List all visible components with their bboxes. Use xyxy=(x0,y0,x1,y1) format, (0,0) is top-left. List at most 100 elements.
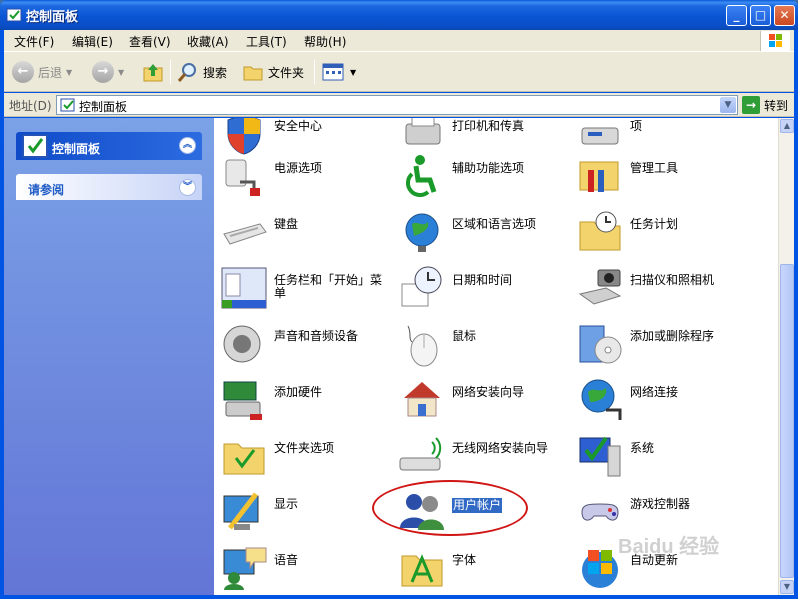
item-folder-options[interactable]: 文件夹选项 xyxy=(218,428,394,480)
search-button[interactable]: 搜索 xyxy=(177,60,227,84)
item-label: 语音 xyxy=(274,553,299,567)
item-speech[interactable]: 语音 xyxy=(218,540,394,592)
mouse-icon xyxy=(407,325,438,367)
control-panel-section-header[interactable]: 控制面板 ︽ xyxy=(16,132,202,160)
network-connections-icon xyxy=(581,379,622,420)
window-title: 控制面板 xyxy=(26,10,79,25)
go-arrow-icon: → xyxy=(742,96,760,114)
item-label: 打印机和传真 xyxy=(452,119,525,133)
address-dropdown-button[interactable]: ▼ xyxy=(720,97,736,113)
scanner-camera-icon xyxy=(578,269,622,305)
back-button[interactable]: ← 后退 ▼ xyxy=(12,60,72,84)
item-fonts[interactable]: 字体 xyxy=(396,540,572,592)
menu-file[interactable]: 文件(F) xyxy=(14,33,54,50)
control-panel-window: 控制面板 _ □ ✕ 文件(F) 编辑(E) 查看(V) 收藏(A) 工具(T)… xyxy=(0,0,798,599)
item-admin-tools[interactable]: 管理工具 xyxy=(574,148,750,200)
back-arrow-icon: ← xyxy=(12,61,34,83)
item-wireless-setup[interactable]: 无线网络安装向导 xyxy=(396,428,572,480)
scroll-up-arrow-icon[interactable]: ▲ xyxy=(780,119,794,133)
speaker-icon xyxy=(223,325,261,363)
item-label: 字体 xyxy=(452,553,477,567)
item-label: 系统 xyxy=(630,441,655,455)
item-label: 日期和时间 xyxy=(452,273,513,287)
forward-arrow-icon: → xyxy=(92,61,114,83)
menu-help[interactable]: 帮助(H) xyxy=(304,33,346,50)
item-label: 网络安装向导 xyxy=(452,385,525,399)
item-label: 任务栏和「开始」菜单 xyxy=(274,273,383,300)
see-also-section-header[interactable]: 请参阅 ︾ xyxy=(16,174,202,200)
folders-button[interactable]: 文件夹 xyxy=(242,60,304,84)
clock-calendar-icon xyxy=(401,266,442,307)
item-keyboard[interactable]: 键盘 xyxy=(218,204,394,256)
item-network-setup[interactable]: 网络安装向导 xyxy=(396,372,572,424)
item-add-hardware[interactable]: 添加硬件 xyxy=(218,372,394,424)
windows-logo-icon xyxy=(760,31,790,51)
scroll-down-arrow-icon[interactable]: ▼ xyxy=(780,580,794,594)
item-label: 网络连接 xyxy=(630,385,679,399)
item-scheduled-tasks[interactable]: 任务计划 xyxy=(574,204,750,256)
toolbar-separator xyxy=(170,60,171,84)
item-accessibility[interactable]: 辅助功能选项 xyxy=(396,148,572,200)
admin-tools-icon xyxy=(579,161,619,192)
item-scanners-cameras[interactable]: 扫描仪和照相机 xyxy=(574,260,750,312)
item-add-remove-programs[interactable]: 添加或删除程序 xyxy=(574,316,750,368)
views-button[interactable]: ▼ xyxy=(322,60,356,84)
expand-chevron-icon[interactable]: ︾ xyxy=(179,179,196,196)
item-power-options[interactable]: 电源选项 xyxy=(218,148,394,200)
menu-tools[interactable]: 工具(T) xyxy=(246,33,287,50)
item-system[interactable]: 系统 xyxy=(574,428,750,480)
toolbar: ← 后退 ▼ → ▼ 搜索 文件夹 ▼ xyxy=(4,52,794,92)
control-panel-items: 安全中心 打印机和传真 项 电源选项 辅助功能选项 管理工具 键盘 区域和语言选… xyxy=(214,118,778,595)
dropdown-arrow-icon: ▼ xyxy=(118,67,125,77)
item-region-language[interactable]: 区域和语言选项 xyxy=(396,204,572,256)
display-icon xyxy=(223,492,259,530)
folders-icon xyxy=(243,66,263,81)
toolbar-separator xyxy=(314,60,315,84)
collapse-chevron-icon[interactable]: ︽ xyxy=(179,137,196,154)
minimize-button[interactable]: _ xyxy=(726,5,747,26)
accessibility-icon xyxy=(405,155,437,198)
control-panel-icon xyxy=(6,8,22,22)
speech-icon xyxy=(223,547,267,590)
control-panel-icon xyxy=(60,98,75,112)
item-mouse[interactable]: 鼠标 xyxy=(396,316,572,368)
item-taskbar-start-menu[interactable]: 任务栏和「开始」菜单 xyxy=(218,260,394,312)
item-label: 扫描仪和照相机 xyxy=(630,273,715,287)
menu-bar: 文件(F) 编辑(E) 查看(V) 收藏(A) 工具(T) 帮助(H) xyxy=(4,30,794,52)
item-label: 电源选项 xyxy=(274,161,323,175)
item-label: 添加硬件 xyxy=(274,385,323,399)
power-options-icon xyxy=(225,159,260,196)
up-folder-button[interactable] xyxy=(142,60,164,84)
item-sounds-audio[interactable]: 声音和音频设备 xyxy=(218,316,394,368)
close-button[interactable]: ✕ xyxy=(774,5,795,26)
menu-view[interactable]: 查看(V) xyxy=(129,33,171,50)
item-network-connections[interactable]: 网络连接 xyxy=(574,372,750,424)
forward-button[interactable]: → ▼ xyxy=(92,60,124,84)
section-title: 请参阅 xyxy=(28,183,65,197)
dropdown-arrow-icon: ▼ xyxy=(66,67,73,77)
scroll-thumb[interactable] xyxy=(780,264,794,578)
automatic-updates-icon xyxy=(582,550,618,588)
menu-edit[interactable]: 编辑(E) xyxy=(72,33,113,50)
address-input[interactable]: 控制面板 ▼ xyxy=(56,95,738,115)
title-bar[interactable]: 控制面板 _ □ ✕ xyxy=(0,0,798,30)
item-date-time[interactable]: 日期和时间 xyxy=(396,260,572,312)
item-label: 键盘 xyxy=(274,217,299,231)
game-controller-icon xyxy=(581,503,619,521)
go-button[interactable]: → 转到 xyxy=(742,95,788,115)
vertical-scrollbar[interactable]: ▲ ▼ xyxy=(778,118,794,595)
control-panel-icon xyxy=(22,134,48,158)
maximize-button[interactable]: □ xyxy=(750,5,771,26)
item-label: 文件夹选项 xyxy=(274,441,335,455)
back-label: 后退 xyxy=(38,65,63,80)
menu-favorites[interactable]: 收藏(A) xyxy=(187,33,229,50)
add-hardware-icon xyxy=(223,381,262,420)
item-label: 项 xyxy=(630,119,643,133)
item-label: 管理工具 xyxy=(630,161,679,175)
address-bar: 地址(D) 控制面板 ▼ → 转到 xyxy=(4,93,794,117)
item-label: 辅助功能选项 xyxy=(452,161,525,175)
item-display[interactable]: 显示 xyxy=(218,484,394,536)
item-game-controllers[interactable]: 游戏控制器 xyxy=(574,484,750,536)
highlight-ellipse xyxy=(372,480,528,536)
wireless-setup-icon xyxy=(399,437,442,471)
